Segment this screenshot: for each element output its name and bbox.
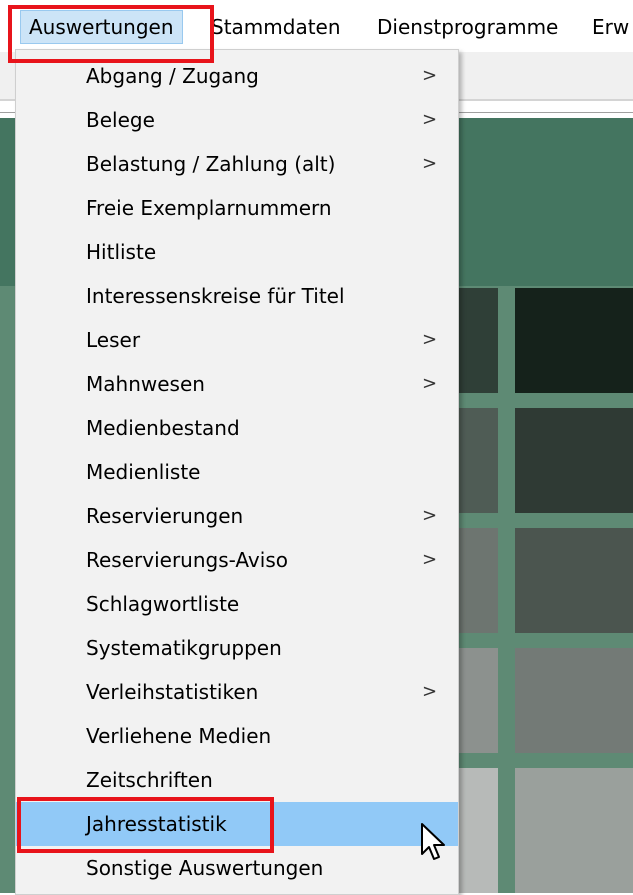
menu-item-reservierungen[interactable]: Reservierungen > bbox=[16, 494, 458, 538]
menu-item-label: Zeitschriften bbox=[86, 768, 213, 792]
menu-item-mahnwesen[interactable]: Mahnwesen > bbox=[16, 362, 458, 406]
background-tile bbox=[515, 408, 633, 513]
menu-stammdaten[interactable]: Stammdaten bbox=[203, 11, 349, 43]
menu-item-label: Reservierungen bbox=[86, 504, 244, 528]
background-tile bbox=[515, 648, 633, 753]
annotation-box-auswertungen bbox=[8, 5, 214, 63]
menu-item-medienbestand[interactable]: Medienbestand bbox=[16, 406, 458, 450]
menu-item-label: Medienliste bbox=[86, 460, 201, 484]
background-tile bbox=[515, 768, 633, 893]
menu-item-label: Medienbestand bbox=[86, 416, 240, 440]
chevron-right-icon: > bbox=[422, 153, 438, 174]
auswertungen-dropdown: Abgang / Zugang > Belege > Belastung / Z… bbox=[15, 49, 459, 895]
menu-item-belastung-zahlung[interactable]: Belastung / Zahlung (alt) > bbox=[16, 142, 458, 186]
menu-item-leser[interactable]: Leser > bbox=[16, 318, 458, 362]
menu-dienstprogramme[interactable]: Dienstprogramme bbox=[369, 11, 566, 43]
menu-item-hitliste[interactable]: Hitliste bbox=[16, 230, 458, 274]
background-tile bbox=[455, 288, 498, 393]
annotation-box-jahresstatistik bbox=[17, 797, 274, 853]
menu-item-medienliste[interactable]: Medienliste bbox=[16, 450, 458, 494]
chevron-right-icon: > bbox=[422, 505, 438, 526]
menu-item-label: Belege bbox=[86, 108, 155, 132]
menu-item-interessenskreise[interactable]: Interessenskreise für Titel bbox=[16, 274, 458, 318]
menu-item-label: Schlagwortliste bbox=[86, 592, 240, 616]
background-tile bbox=[455, 408, 498, 513]
menu-item-zeitschriften[interactable]: Zeitschriften bbox=[16, 758, 458, 802]
menu-item-belege[interactable]: Belege > bbox=[16, 98, 458, 142]
background-tile bbox=[455, 528, 498, 633]
chevron-right-icon: > bbox=[422, 109, 438, 130]
mouse-pointer-icon bbox=[421, 823, 445, 860]
menu-item-label: Verliehene Medien bbox=[86, 724, 272, 748]
menu-item-label: Systematikgruppen bbox=[86, 636, 282, 660]
menu-item-label: Belastung / Zahlung (alt) bbox=[86, 152, 336, 176]
menu-item-systematikgruppen[interactable]: Systematikgruppen bbox=[16, 626, 458, 670]
menu-item-label: Reservierungs-Aviso bbox=[86, 548, 288, 572]
menu-item-label: Verleihstatistiken bbox=[86, 680, 259, 704]
menu-item-label: Interessenskreise für Titel bbox=[86, 284, 345, 308]
menu-item-schlagwortliste[interactable]: Schlagwortliste bbox=[16, 582, 458, 626]
chevron-right-icon: > bbox=[422, 681, 438, 702]
chevron-right-icon: > bbox=[422, 329, 438, 350]
background-tile bbox=[515, 288, 633, 393]
menu-item-label: Leser bbox=[86, 328, 141, 352]
menu-item-verliehene-medien[interactable]: Verliehene Medien bbox=[16, 714, 458, 758]
chevron-right-icon: > bbox=[422, 373, 438, 394]
menu-item-freie-exemplarnummern[interactable]: Freie Exemplarnummern bbox=[16, 186, 458, 230]
menu-item-reservierungs-aviso[interactable]: Reservierungs-Aviso > bbox=[16, 538, 458, 582]
background-tile bbox=[455, 648, 498, 753]
menu-item-verleihstatistiken[interactable]: Verleihstatistiken > bbox=[16, 670, 458, 714]
chevron-right-icon: > bbox=[422, 65, 438, 86]
menu-item-label: Freie Exemplarnummern bbox=[86, 196, 332, 220]
background-tile bbox=[515, 528, 633, 633]
menu-item-label: Hitliste bbox=[86, 240, 157, 264]
background-tile bbox=[455, 768, 498, 893]
chevron-right-icon: > bbox=[422, 549, 438, 570]
menu-erweitert[interactable]: Erw bbox=[584, 11, 633, 43]
menu-item-label: Mahnwesen bbox=[86, 372, 205, 396]
